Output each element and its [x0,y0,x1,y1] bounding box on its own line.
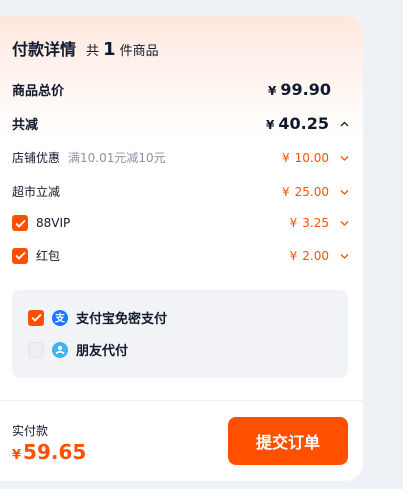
discount-total-row[interactable]: 共减 ¥40.25 [12,114,349,133]
discount-amount: ¥3.25 [290,216,329,230]
chevron-down-icon[interactable] [335,220,349,226]
svg-text:支: 支 [54,311,66,324]
item-count: 1 [103,39,116,60]
discount-row-88vip[interactable]: 88VIP ¥3.25 [12,215,349,231]
discount-amount: ¥25.00 [282,185,329,199]
check-icon [14,251,26,260]
discount-row-store[interactable]: 店铺优惠 满10.01元减10元 ¥10.00 [12,149,349,166]
subtotal-label: 商品总价 [12,84,65,99]
discount-currency: ¥ [289,216,298,230]
subtotal-amount: ¥99.90 [268,80,331,99]
checkbox-alipay[interactable] [28,309,44,326]
checkbox-88vip[interactable] [12,215,28,231]
discount-note: 满10.01元减10元 [68,151,166,165]
panel-header: 付款详情 共 1 件商品 [12,36,159,60]
discount-currency: ¥ [282,184,290,199]
item-count-prefix: 共 [86,44,100,59]
discount-value: 25.00 [294,184,329,199]
payment-details-panel: 付款详情 共 1 件商品 商品总价 ¥99.90 共减 ¥40.25 店铺优惠 … [0,16,363,481]
discount-value: 2.00 [302,248,329,263]
submit-order-button[interactable]: 提交订单 [228,417,348,465]
friend-pay-icon [52,341,68,358]
subtotal-row: 商品总价 ¥99.90 [12,80,349,99]
discount-amount: ¥2.00 [290,249,329,263]
discount-row-supermarket[interactable]: 超市立减 ¥25.00 [12,183,349,200]
payment-option-friend[interactable]: 朋友代付 [28,340,128,359]
discount-label: 超市立减 [12,185,61,199]
payment-method-box: 支 支付宝免密支付 朋友代付 [12,290,348,378]
page-title: 付款详情 [12,40,77,59]
subtotal-currency: ¥ [268,84,277,98]
alipay-icon: 支 [52,309,68,326]
chevron-up-icon[interactable] [335,121,349,127]
total-amount: ¥59.65 [12,440,86,464]
discount-currency: ¥ [289,248,298,263]
checkbox-red-packet[interactable] [12,247,28,264]
footer-divider [0,400,363,401]
check-icon [30,313,42,322]
total-value: 59.65 [23,440,87,464]
payment-option-alipay[interactable]: 支 支付宝免密支付 [28,308,167,327]
check-icon [14,219,26,228]
subtotal-value: 99.90 [280,80,331,99]
discount-label: 红包 [36,249,61,263]
discount-total-value: 40.25 [278,114,329,133]
chevron-down-icon[interactable] [335,189,349,195]
discount-total-currency: ¥ [266,118,275,132]
discount-amount: ¥10.00 [282,151,329,165]
chevron-down-icon[interactable] [335,253,349,259]
discount-value: 3.25 [302,216,329,230]
discount-label: 88VIP [36,216,71,230]
checkbox-friend-pay[interactable] [28,341,44,358]
payment-option-label: 支付宝免密支付 [76,312,168,327]
discount-value: 10.00 [294,150,329,165]
discount-total-label: 共减 [12,118,39,133]
discount-label: 店铺优惠 [12,151,61,165]
total-currency: ¥ [12,448,22,463]
payment-option-label: 朋友代付 [76,344,129,359]
discount-currency: ¥ [282,150,290,165]
item-count-suffix: 件商品 [119,44,159,59]
chevron-down-icon[interactable] [335,155,349,161]
discount-total-amount: ¥40.25 [266,114,329,133]
total-label: 实付款 [12,424,49,438]
discount-row-red-packet[interactable]: 红包 ¥2.00 [12,247,349,264]
